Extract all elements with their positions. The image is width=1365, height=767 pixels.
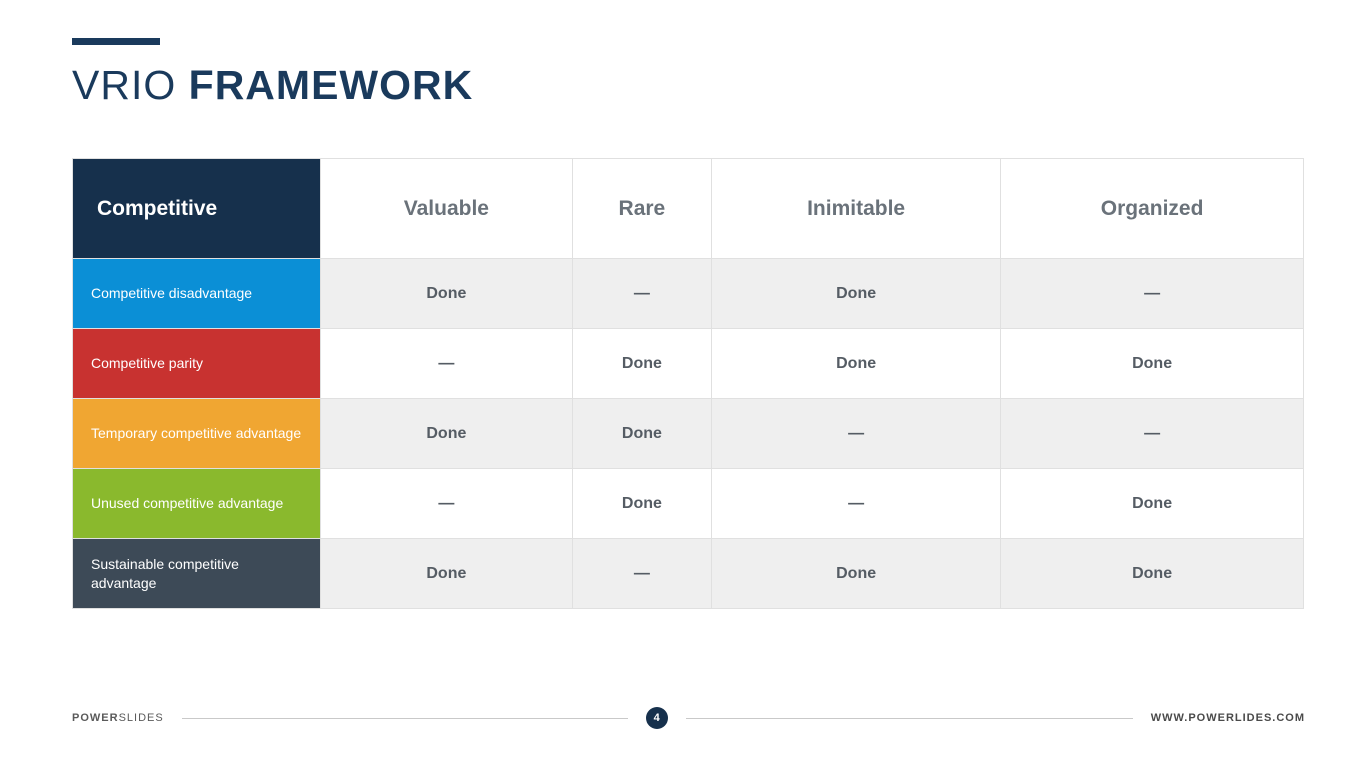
table-row: Competitive disadvantage Done — Done — (73, 259, 1304, 329)
cell: Done (572, 469, 711, 539)
cell: — (712, 469, 1001, 539)
row-label: Competitive disadvantage (73, 259, 321, 329)
cell: — (1001, 399, 1304, 469)
table-header-row: Competitive Valuable Rare Inimitable Org… (73, 159, 1304, 259)
footer-brand-strong: POWER (72, 712, 119, 724)
footer-url: WWW.POWERLIDES.COM (1151, 712, 1305, 724)
row-label: Temporary competitive advantage (73, 399, 321, 469)
cell: Done (321, 399, 573, 469)
slide-title: VRIO FRAMEWORK (72, 62, 473, 109)
header-inimitable: Inimitable (712, 159, 1001, 259)
cell: Done (1001, 539, 1304, 609)
page-number-badge: 4 (646, 707, 668, 729)
cell: Done (712, 539, 1001, 609)
header-competitive: Competitive (73, 159, 321, 259)
cell: Done (321, 259, 573, 329)
cell: — (572, 259, 711, 329)
cell: Done (572, 329, 711, 399)
vrio-table: Competitive Valuable Rare Inimitable Org… (72, 158, 1304, 609)
title-part2: FRAMEWORK (189, 62, 474, 108)
cell: Done (1001, 329, 1304, 399)
row-label: Competitive parity (73, 329, 321, 399)
row-label: Unused competitive advantage (73, 469, 321, 539)
slide-footer: POWERSLIDES 4 WWW.POWERLIDES.COM (72, 707, 1305, 729)
footer-divider-left (182, 718, 629, 719)
footer-divider-right (686, 718, 1133, 719)
header-organized: Organized (1001, 159, 1304, 259)
cell: Done (712, 329, 1001, 399)
table-row: Unused competitive advantage — Done — Do… (73, 469, 1304, 539)
header-valuable: Valuable (321, 159, 573, 259)
title-part1: VRIO (72, 62, 176, 108)
table-row: Temporary competitive advantage Done Don… (73, 399, 1304, 469)
cell: Done (1001, 469, 1304, 539)
row-label: Sustainable competitive advantage (73, 539, 321, 609)
footer-brand: POWERSLIDES (72, 712, 164, 724)
table-row: Sustainable competitive advantage Done —… (73, 539, 1304, 609)
slide: VRIO FRAMEWORK Competitive Valuable Rare… (0, 0, 1365, 767)
cell: — (572, 539, 711, 609)
cell: — (712, 399, 1001, 469)
cell: — (321, 329, 573, 399)
cell: — (1001, 259, 1304, 329)
title-accent-bar (72, 38, 160, 45)
table-row: Competitive parity — Done Done Done (73, 329, 1304, 399)
footer-brand-light: SLIDES (119, 712, 164, 724)
cell: Done (572, 399, 711, 469)
cell: Done (712, 259, 1001, 329)
cell: — (321, 469, 573, 539)
header-rare: Rare (572, 159, 711, 259)
cell: Done (321, 539, 573, 609)
